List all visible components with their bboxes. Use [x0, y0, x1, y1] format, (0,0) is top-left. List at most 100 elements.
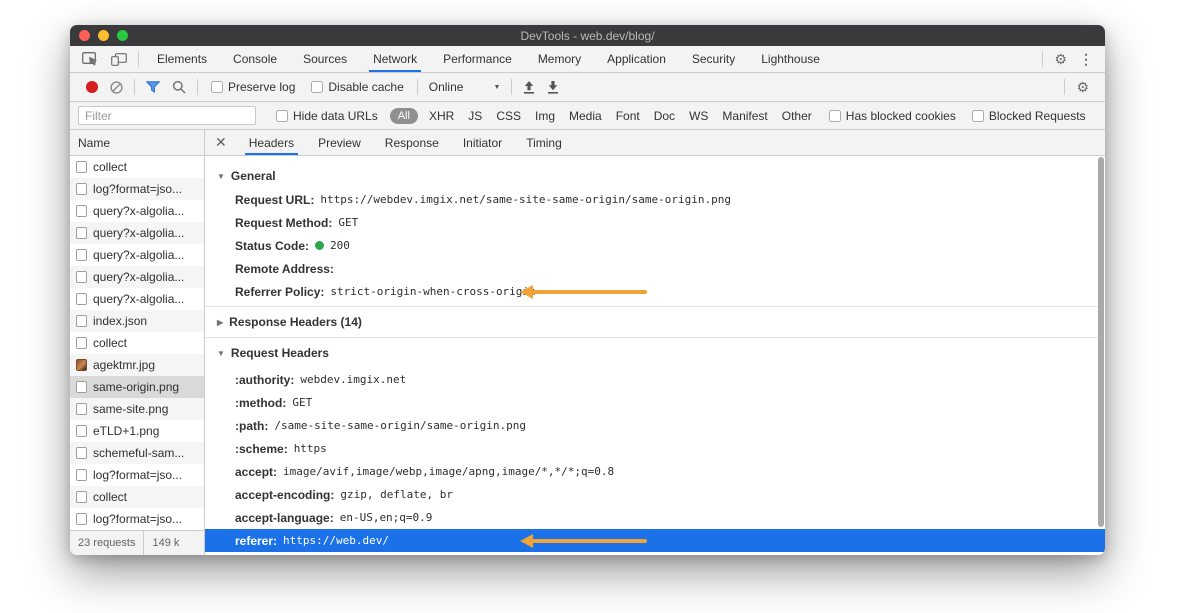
header-row-referer-highlighted[interactable]: referer: https://web.dev/	[205, 529, 1105, 552]
file-icon	[76, 271, 87, 283]
chevron-down-icon: ▼	[493, 84, 500, 91]
request-row[interactable]: log?format=jso...	[70, 464, 204, 486]
disable-cache-checkbox[interactable]: Disable cache	[311, 80, 403, 94]
file-icon	[76, 293, 87, 305]
type-filter-manifest[interactable]: Manifest	[715, 109, 774, 123]
annotation-arrow-icon	[520, 534, 647, 548]
response-headers-section-header[interactable]: ▶ Response Headers (14)	[205, 307, 1105, 337]
file-icon	[76, 491, 87, 503]
request-row[interactable]: collect	[70, 486, 204, 508]
close-icon[interactable]: ✕	[205, 134, 237, 151]
request-row[interactable]: agektmr.jpg	[70, 354, 204, 376]
preserve-log-checkbox[interactable]: Preserve log	[211, 80, 295, 94]
network-settings-gear-icon[interactable]: ⚙	[1070, 73, 1095, 101]
tab-performance[interactable]: Performance	[430, 46, 525, 72]
type-filter-ws[interactable]: WS	[682, 109, 715, 123]
export-har-icon[interactable]	[541, 73, 565, 101]
detail-tabbar: ✕ Headers Preview Response Initiator Tim…	[205, 130, 1105, 156]
request-row[interactable]: query?x-algolia...	[70, 288, 204, 310]
type-filter-media[interactable]: Media	[562, 109, 609, 123]
tab-security[interactable]: Security	[679, 46, 748, 72]
device-toolbar-icon[interactable]	[105, 46, 133, 72]
general-section-header[interactable]: ▼ General	[205, 164, 1105, 188]
checkbox-icon	[829, 110, 841, 122]
kebab-menu-icon[interactable]: ⋮	[1073, 46, 1099, 72]
settings-gear-icon[interactable]: ⚙	[1048, 46, 1073, 72]
request-row[interactable]: query?x-algolia...	[70, 222, 204, 244]
type-filter-xhr[interactable]: XHR	[422, 109, 461, 123]
header-row-path[interactable]: :path: /same-site-same-origin/same-origi…	[205, 414, 1105, 437]
header-row-scheme[interactable]: :scheme: https	[205, 437, 1105, 460]
tab-preview[interactable]: Preview	[306, 130, 373, 155]
name-column-header[interactable]: Name	[70, 130, 204, 156]
tab-lighthouse[interactable]: Lighthouse	[748, 46, 833, 72]
record-icon[interactable]	[86, 81, 98, 93]
hide-data-urls-checkbox[interactable]: Hide data URLs	[276, 109, 378, 123]
request-row[interactable]: index.json	[70, 310, 204, 332]
tab-network[interactable]: Network	[360, 46, 430, 72]
type-filter-js[interactable]: JS	[461, 109, 489, 123]
divider	[1064, 79, 1065, 95]
request-row[interactable]: log?format=jso...	[70, 178, 204, 200]
type-filter-img[interactable]: Img	[528, 109, 562, 123]
type-filter-font[interactable]: Font	[609, 109, 647, 123]
import-har-icon[interactable]	[517, 73, 541, 101]
tab-headers[interactable]: Headers	[237, 130, 306, 155]
type-filter-css[interactable]: CSS	[489, 109, 528, 123]
tab-timing[interactable]: Timing	[514, 130, 574, 155]
devtools-window: DevTools - web.dev/blog/ Elements Consol…	[70, 25, 1105, 555]
type-filter-doc[interactable]: Doc	[647, 109, 682, 123]
request-headers-section-header[interactable]: ▼ Request Headers	[205, 338, 1105, 368]
request-row[interactable]: eTLD+1.png	[70, 420, 204, 442]
header-row-accept-encoding[interactable]: accept-encoding: gzip, deflate, br	[205, 483, 1105, 506]
tab-application[interactable]: Application	[594, 46, 679, 72]
file-icon	[76, 425, 87, 437]
file-icon	[76, 205, 87, 217]
request-row[interactable]: query?x-algolia...	[70, 200, 204, 222]
tab-elements[interactable]: Elements	[144, 46, 220, 72]
header-row-accept-language[interactable]: accept-language: en-US,en;q=0.9	[205, 506, 1105, 529]
tab-response[interactable]: Response	[373, 130, 451, 155]
header-row-request-url[interactable]: Request URL: https://webdev.imgix.net/sa…	[205, 188, 1105, 211]
clear-icon[interactable]	[104, 73, 129, 101]
requests-count: 23 requests	[70, 537, 143, 549]
type-filter-other[interactable]: Other	[775, 109, 819, 123]
tab-sources[interactable]: Sources	[290, 46, 360, 72]
triangle-right-icon: ▶	[217, 318, 223, 327]
tab-initiator[interactable]: Initiator	[451, 130, 514, 155]
type-filter-all[interactable]: All	[390, 108, 418, 124]
header-row-referrer-policy[interactable]: Referrer Policy: strict-origin-when-cros…	[205, 280, 1105, 303]
request-row[interactable]: query?x-algolia...	[70, 266, 204, 288]
scrollbar-thumb[interactable]	[1098, 157, 1104, 527]
inspect-element-icon[interactable]	[76, 46, 105, 72]
header-row-remote-address[interactable]: Remote Address:	[205, 257, 1105, 280]
request-row[interactable]: same-site.png	[70, 398, 204, 420]
divider	[417, 79, 418, 95]
header-row-authority[interactable]: :authority: webdev.imgix.net	[205, 368, 1105, 391]
header-row-method[interactable]: :method: GET	[205, 391, 1105, 414]
detail-scrollbar[interactable]	[1097, 156, 1105, 527]
request-row[interactable]: collect	[70, 156, 204, 178]
tab-memory[interactable]: Memory	[525, 46, 594, 72]
request-row[interactable]: schemeful-sam...	[70, 442, 204, 464]
request-detail-panel: ✕ Headers Preview Response Initiator Tim…	[205, 130, 1105, 555]
header-row-accept[interactable]: accept: image/avif,image/webp,image/apng…	[205, 460, 1105, 483]
request-row[interactable]: log?format=jso...	[70, 508, 204, 530]
request-row[interactable]: collect	[70, 332, 204, 354]
throttling-dropdown[interactable]: Online ▼	[429, 80, 501, 94]
has-blocked-cookies-checkbox[interactable]: Has blocked cookies	[829, 109, 956, 123]
filter-input[interactable]	[78, 106, 256, 125]
request-row[interactable]: query?x-algolia...	[70, 244, 204, 266]
search-icon[interactable]	[166, 73, 192, 101]
checkbox-icon	[276, 110, 288, 122]
request-row-selected[interactable]: same-origin.png	[70, 376, 204, 398]
disable-cache-label: Disable cache	[328, 80, 403, 94]
blocked-requests-checkbox[interactable]: Blocked Requests	[972, 109, 1086, 123]
tab-console[interactable]: Console	[220, 46, 290, 72]
window-title: DevTools - web.dev/blog/	[70, 29, 1105, 43]
header-row-status-code[interactable]: Status Code: 200	[205, 234, 1105, 257]
header-row-request-method[interactable]: Request Method: GET	[205, 211, 1105, 234]
file-icon	[76, 469, 87, 481]
filter-funnel-icon[interactable]	[140, 73, 166, 101]
network-filterbar: Hide data URLs All XHR JS CSS Img Media …	[70, 102, 1105, 130]
